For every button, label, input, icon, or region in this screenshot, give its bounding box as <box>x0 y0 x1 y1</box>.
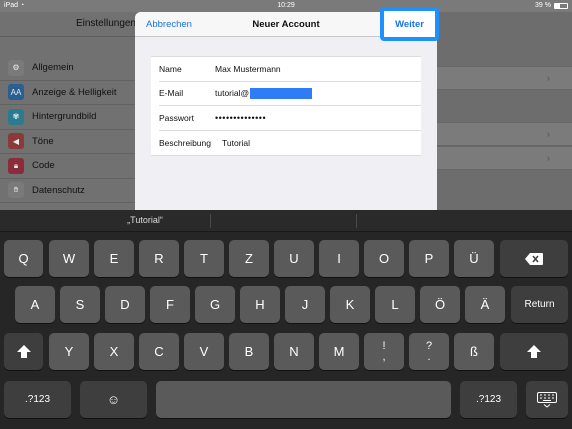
suggestion-word[interactable]: „Tutorial“ <box>80 215 210 225</box>
key-b[interactable]: B <box>229 333 269 370</box>
lock-icon: 🔒︎ <box>8 157 24 174</box>
key-a[interactable]: A <box>15 286 55 323</box>
emoji-icon: ☺ <box>106 392 121 407</box>
shift-key-right[interactable] <box>500 333 568 370</box>
name-field[interactable]: Max Mustermann <box>215 64 281 74</box>
key-g[interactable]: G <box>195 286 235 323</box>
battery-percent: 39 % <box>535 2 551 9</box>
status-bar: iPad ◔ 10:29 39 % <box>0 0 572 12</box>
sidebar-item-label: Töne <box>32 135 54 147</box>
numbers-key-right[interactable]: .?123 <box>460 381 517 418</box>
hide-keyboard-key[interactable] <box>526 381 568 418</box>
next-button-label: Weiter <box>395 18 424 30</box>
key-s[interactable]: S <box>60 286 100 323</box>
space-key[interactable] <box>156 381 451 418</box>
key-w[interactable]: W <box>49 240 89 277</box>
account-form: Name Max Mustermann E-Mail tutorial@ Pas… <box>151 56 421 156</box>
key-e[interactable]: E <box>94 240 134 277</box>
backspace-key[interactable] <box>500 240 568 277</box>
chevron-right-icon: › <box>546 153 550 164</box>
key-k[interactable]: K <box>330 286 370 323</box>
sidebar-item-label: Anzeige & Helligkeit <box>32 86 117 98</box>
key-j[interactable]: J <box>285 286 325 323</box>
email-value: tutorial@ <box>215 87 250 98</box>
sidebar-item-label: Datenschutz <box>32 184 85 196</box>
key-m[interactable]: M <box>319 333 359 370</box>
emoji-key[interactable]: ☺ <box>80 381 147 418</box>
name-label: Name <box>159 63 182 74</box>
redaction-mask <box>250 87 313 99</box>
shift-icon <box>527 345 541 358</box>
key-ae[interactable]: Ä <box>465 286 505 323</box>
key-x[interactable]: X <box>94 333 134 370</box>
key-d[interactable]: D <box>105 286 145 323</box>
suggestion-bar: „Tutorial“ <box>0 210 572 232</box>
key-n[interactable]: N <box>274 333 314 370</box>
gear-icon: ⚙ <box>8 59 24 76</box>
key-h[interactable]: H <box>240 286 280 323</box>
suggestion-divider <box>210 214 211 228</box>
keyboard-dismiss-icon <box>537 391 557 408</box>
key-q[interactable]: Q <box>4 240 43 277</box>
speaker-icon: ◀ <box>8 133 24 150</box>
shift-key-left[interactable] <box>4 333 43 370</box>
key-z[interactable]: Z <box>229 240 269 277</box>
battery-icon <box>554 2 568 9</box>
key-top-char: ? <box>425 339 433 352</box>
sidebar-item-label: Hintergrundbild <box>32 111 97 123</box>
email-label: E-Mail <box>159 88 184 99</box>
next-button[interactable]: Weiter <box>380 7 439 41</box>
key-i[interactable]: I <box>319 240 359 277</box>
email-row[interactable]: E-Mail tutorial@ <box>159 82 421 106</box>
chevron-right-icon: › <box>546 73 550 84</box>
description-row[interactable]: Beschreibung Tutorial <box>159 131 421 156</box>
brightness-icon: AA <box>8 84 24 101</box>
chevron-right-icon: › <box>546 129 550 140</box>
new-account-modal: Abbrechen Neuer Account Name Max Musterm… <box>135 12 437 210</box>
clock: 10:29 <box>277 2 295 9</box>
sidebar-item-label: Allgemein <box>32 62 74 74</box>
key-exclam-comma[interactable]: !, <box>364 333 404 370</box>
key-o[interactable]: O <box>364 240 404 277</box>
password-row[interactable]: Passwort •••••••••••••• <box>159 106 421 131</box>
key-question-period[interactable]: ?. <box>409 333 449 370</box>
keyboard: „Tutorial“ Q W E R T Z U I O P Ü A S D F… <box>0 210 572 429</box>
key-f[interactable]: F <box>150 286 190 323</box>
sidebar-item-label: Code <box>32 160 55 172</box>
key-l[interactable]: L <box>375 286 415 323</box>
key-t[interactable]: T <box>184 240 224 277</box>
password-field[interactable]: •••••••••••••• <box>215 113 266 123</box>
email-field[interactable]: tutorial@ <box>215 87 313 99</box>
key-bottom-char: , <box>382 350 386 363</box>
backspace-icon <box>525 252 543 265</box>
shift-icon <box>16 345 31 358</box>
return-key[interactable]: Return <box>511 286 568 323</box>
key-sharp-s[interactable]: ß <box>454 333 494 370</box>
name-row[interactable]: Name Max Mustermann <box>159 57 421 82</box>
password-label: Passwort <box>159 112 194 123</box>
description-label: Beschreibung <box>159 137 211 148</box>
key-r[interactable]: R <box>139 240 179 277</box>
key-p[interactable]: P <box>409 240 449 277</box>
key-y[interactable]: Y <box>49 333 89 370</box>
hand-icon: ✋︎ <box>8 182 24 199</box>
wallpaper-icon: ✾ <box>8 108 24 125</box>
key-u[interactable]: U <box>274 240 314 277</box>
description-field[interactable]: Tutorial <box>222 138 250 148</box>
key-bottom-char: . <box>427 350 431 363</box>
key-ue[interactable]: Ü <box>454 240 494 277</box>
key-v[interactable]: V <box>184 333 224 370</box>
suggestion-divider <box>356 214 357 228</box>
key-oe[interactable]: Ö <box>420 286 460 323</box>
key-c[interactable]: C <box>139 333 179 370</box>
numbers-key-left[interactable]: .?123 <box>4 381 71 418</box>
key-top-char: ! <box>382 339 386 352</box>
